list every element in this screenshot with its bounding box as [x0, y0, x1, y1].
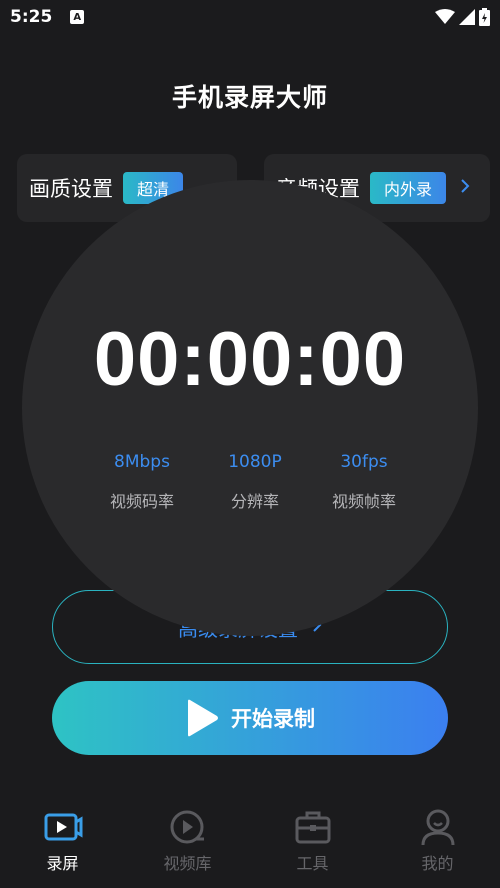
- quality-setting-label: 画质设置: [29, 177, 113, 201]
- signal-icon: [459, 9, 475, 25]
- nav-label-profile: 我的: [421, 854, 454, 873]
- audio-value-badge[interactable]: 内外录: [370, 172, 447, 204]
- nav-label-video-library: 视频库: [163, 854, 212, 873]
- profile-icon: [421, 809, 454, 846]
- framerate-value: 30fps: [340, 452, 388, 472]
- resolution-label: 分辨率: [230, 492, 279, 511]
- framerate-label: 视频帧率: [331, 492, 396, 511]
- timer-panel: [22, 180, 478, 636]
- nav-item-record[interactable]: 录屏: [0, 796, 125, 888]
- status-time: 5:25: [10, 7, 53, 27]
- bitrate-stat: 8Mbps 视频码率: [82, 452, 202, 512]
- status-icons: [435, 8, 490, 26]
- chevron-right-icon[interactable]: [460, 178, 470, 199]
- resolution-stat: 1080P 分辨率: [195, 452, 315, 512]
- start-recording-button[interactable]: 开始录制: [52, 681, 448, 755]
- nav-item-tools[interactable]: 工具: [250, 796, 375, 888]
- battery-icon: [479, 8, 490, 26]
- notification-icon: A: [70, 10, 85, 24]
- nav-item-video-library[interactable]: 视频库: [125, 796, 250, 888]
- bitrate-value: 8Mbps: [114, 452, 170, 472]
- resolution-value: 1080P: [228, 452, 282, 472]
- nav-label-record: 录屏: [46, 854, 79, 873]
- record-icon: [44, 813, 82, 841]
- nav-label-tools: 工具: [296, 854, 329, 873]
- nav-item-profile[interactable]: 我的: [375, 796, 500, 888]
- timer-display: 00:00:00: [93, 317, 407, 402]
- video-library-icon: [170, 810, 204, 844]
- wifi-icon: [435, 9, 455, 24]
- play-icon: [188, 699, 218, 737]
- page-title: 手机录屏大师: [171, 83, 328, 112]
- toolbox-icon: [295, 811, 330, 844]
- framerate-stat: 30fps 视频帧率: [304, 452, 424, 512]
- bitrate-label: 视频码率: [109, 492, 174, 511]
- status-bar: 5:25 A: [0, 0, 500, 34]
- start-recording-label: 开始录制: [231, 707, 315, 731]
- bottom-nav: 录屏 视频库 工具 我的: [0, 796, 500, 888]
